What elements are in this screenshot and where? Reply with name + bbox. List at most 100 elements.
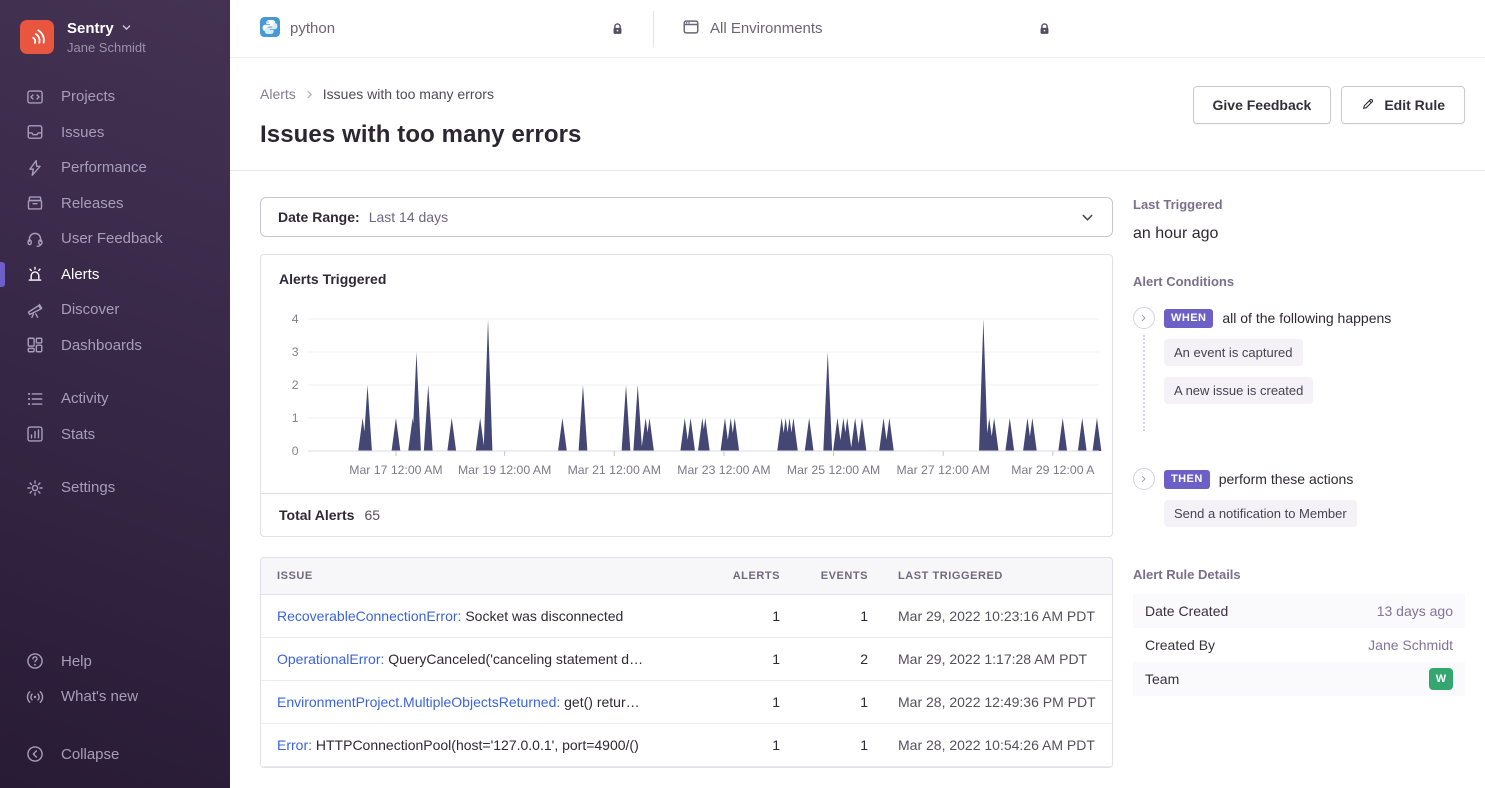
collapse-icon bbox=[26, 745, 44, 763]
svg-text:3: 3 bbox=[292, 345, 299, 359]
environment-lock-icon[interactable] bbox=[1037, 21, 1052, 37]
sentry-logo[interactable] bbox=[20, 20, 54, 54]
sidebar-item-dashboards[interactable]: Dashboards bbox=[0, 328, 230, 364]
alerts-count: 1 bbox=[688, 608, 780, 624]
org-switcher[interactable]: Sentry Jane Schmidt bbox=[67, 20, 146, 55]
issue-link[interactable]: EnvironmentProject.MultipleObjectsReturn… bbox=[277, 694, 560, 710]
project-selector[interactable]: python bbox=[260, 17, 335, 41]
issue-description: QueryCanceled('canceling statement d… bbox=[384, 651, 643, 667]
sidebar-item-label: Collapse bbox=[61, 746, 119, 763]
stats-icon bbox=[26, 425, 44, 443]
sidebar-item-label: Discover bbox=[61, 301, 119, 318]
condition-chip: An event is captured bbox=[1164, 339, 1303, 366]
rule-detail-row-team: TeamW bbox=[1133, 662, 1465, 696]
topbar: python All Environments bbox=[230, 0, 1485, 58]
sidebar: Sentry Jane Schmidt Projects Issues Perfor… bbox=[0, 0, 230, 788]
last-triggered-cell: Mar 29, 2022 1:17:28 AM PDT bbox=[868, 651, 1096, 667]
environment-selector[interactable]: All Environments bbox=[682, 18, 823, 40]
svg-text:2: 2 bbox=[292, 378, 299, 392]
sidebar-item-label: Activity bbox=[61, 390, 109, 407]
sidebar-item-collapse[interactable]: Collapse bbox=[0, 737, 230, 773]
project-lock-icon[interactable] bbox=[610, 21, 625, 37]
condition-badge: WHEN bbox=[1164, 309, 1213, 328]
sidebar-item-help[interactable]: Help bbox=[0, 644, 230, 680]
sidebar-item-label: Alerts bbox=[61, 266, 99, 283]
issue-description: Socket was disconnected bbox=[461, 608, 623, 624]
column-header-last-triggered: LAST TRIGGERED bbox=[868, 570, 1096, 582]
sidebar-item-what-s-new[interactable]: What's new bbox=[0, 679, 230, 715]
alert-rule-details: Date Created13 days agoCreated ByJane Sc… bbox=[1133, 594, 1465, 696]
chart-footer: Total Alerts 65 bbox=[261, 493, 1112, 536]
condition-text: all of the following happens bbox=[1222, 310, 1391, 326]
edit-rule-button[interactable]: Edit Rule bbox=[1341, 86, 1465, 124]
svg-text:Mar 27 12:00 AM: Mar 27 12:00 AM bbox=[897, 463, 990, 477]
org-name: Sentry bbox=[67, 20, 114, 37]
svg-text:Mar 25 12:00 AM: Mar 25 12:00 AM bbox=[787, 463, 880, 477]
give-feedback-label: Give Feedback bbox=[1213, 97, 1312, 113]
sidebar-item-label: Performance bbox=[61, 159, 147, 176]
window-icon bbox=[682, 18, 700, 40]
issue-link[interactable]: RecoverableConnectionError: bbox=[277, 608, 461, 624]
events-count: 2 bbox=[780, 651, 868, 667]
give-feedback-button[interactable]: Give Feedback bbox=[1193, 86, 1332, 124]
sidebar-item-releases[interactable]: Releases bbox=[0, 186, 230, 222]
nav-group: Help What's new bbox=[0, 644, 230, 715]
issue-cell: RecoverableConnectionError: Socket was d… bbox=[277, 608, 688, 624]
alerts-icon bbox=[26, 265, 44, 283]
date-range-dropdown[interactable]: Date Range: Last 14 days bbox=[260, 197, 1113, 237]
sidebar-item-performance[interactable]: Performance bbox=[0, 150, 230, 186]
sidebar-item-label: Stats bbox=[61, 426, 95, 443]
condition-text: perform these actions bbox=[1219, 471, 1354, 487]
table-header-row: ISSUEALERTSEVENTSLAST TRIGGERED bbox=[261, 558, 1112, 595]
breadcrumb-current: Issues with too many errors bbox=[323, 86, 494, 102]
sidebar-item-alerts[interactable]: Alerts bbox=[0, 257, 230, 293]
content: Date Range: Last 14 days Alerts Triggere… bbox=[230, 171, 1485, 788]
chevron-down-icon bbox=[121, 20, 132, 37]
last-triggered-cell: Mar 29, 2022 10:23:16 AM PDT bbox=[868, 608, 1096, 624]
total-alerts-label: Total Alerts bbox=[279, 507, 354, 523]
sidebar-item-user-feedback[interactable]: User Feedback bbox=[0, 221, 230, 257]
table-row: OperationalError: QueryCanceled('canceli… bbox=[261, 638, 1112, 681]
details-panel: Last Triggered an hour ago Alert Conditi… bbox=[1133, 197, 1465, 788]
issue-link[interactable]: Error: bbox=[277, 737, 312, 753]
sidebar-item-projects[interactable]: Projects bbox=[0, 79, 230, 115]
column-header-issue: ISSUE bbox=[277, 570, 688, 582]
date-range-label: Date Range: bbox=[278, 209, 360, 225]
whats-new-icon bbox=[26, 688, 44, 706]
rule-detail-key: Date Created bbox=[1145, 603, 1228, 619]
page-title: Issues with too many errors bbox=[260, 121, 1193, 149]
user-feedback-icon bbox=[26, 230, 44, 248]
sidebar-item-label: Dashboards bbox=[61, 337, 142, 354]
sidebar-item-settings[interactable]: Settings bbox=[0, 470, 230, 506]
issue-link[interactable]: OperationalError: bbox=[277, 651, 384, 667]
user-name: Jane Schmidt bbox=[67, 40, 146, 55]
svg-text:Mar 19 12:00 AM: Mar 19 12:00 AM bbox=[458, 463, 551, 477]
condition-badge: THEN bbox=[1164, 470, 1210, 489]
alerts-chart-card: Alerts Triggered 01234Mar 17 12:00 AMMar… bbox=[260, 254, 1113, 537]
environment-name: All Environments bbox=[710, 20, 823, 37]
alerts-count: 1 bbox=[688, 694, 780, 710]
breadcrumb-alerts-link[interactable]: Alerts bbox=[260, 86, 296, 102]
last-triggered-value: an hour ago bbox=[1133, 225, 1465, 243]
sidebar-item-activity[interactable]: Activity bbox=[0, 381, 230, 417]
alert-conditions: WHEN all of the following happens An event… bbox=[1133, 307, 1465, 527]
sidebar-nav: Projects Issues Performance ReleasesUser Fe… bbox=[0, 79, 230, 506]
table-row: EnvironmentProject.MultipleObjectsReturn… bbox=[261, 681, 1112, 724]
issue-cell: Error: HTTPConnectionPool(host='127.0.0.… bbox=[277, 737, 688, 753]
dashboards-icon bbox=[26, 336, 44, 354]
sidebar-item-label: Help bbox=[61, 653, 92, 670]
alerts-chart-svg: 01234Mar 17 12:00 AMMar 19 12:00 AMMar 2… bbox=[269, 291, 1104, 493]
sidebar-item-discover[interactable]: Discover bbox=[0, 292, 230, 328]
pencil-icon bbox=[1361, 97, 1375, 114]
svg-text:4: 4 bbox=[292, 312, 299, 326]
sidebar-item-label: Issues bbox=[61, 124, 104, 141]
sidebar-item-stats[interactable]: Stats bbox=[0, 417, 230, 453]
sidebar-item-issues[interactable]: Issues bbox=[0, 115, 230, 151]
app-root: Sentry Jane Schmidt Projects Issues Perfor… bbox=[0, 0, 1485, 788]
sidebar-header: Sentry Jane Schmidt bbox=[0, 20, 230, 79]
condition-group-then: THENperform these actionsSend a notifica… bbox=[1133, 468, 1465, 527]
circle-chevron-right-icon bbox=[1133, 468, 1155, 490]
svg-text:Mar 23 12:00 AM: Mar 23 12:00 AM bbox=[677, 463, 770, 477]
issues-table: ISSUEALERTSEVENTSLAST TRIGGERED Recovera… bbox=[260, 557, 1113, 768]
nav-group: Projects Issues Performance ReleasesUser Fe… bbox=[0, 79, 230, 363]
